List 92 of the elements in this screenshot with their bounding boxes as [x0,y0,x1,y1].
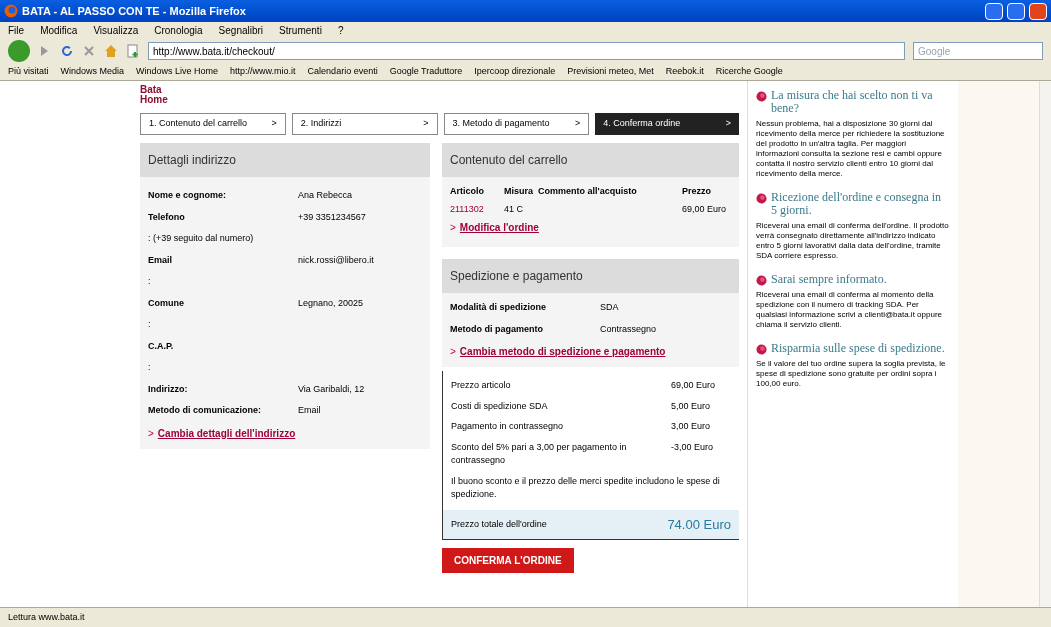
info-heading: La misura che hai scelto non ti va bene? [771,89,934,115]
status-text: Lettura www.bata.it [8,610,85,624]
window-title: BATA - AL PASSO CON TE - Mozilla Firefox [22,3,247,19]
bookmark[interactable]: Google Traduttore [389,64,463,79]
column-header: Commento all'acquisto [538,185,638,198]
total-value: 5,00 Euro [671,399,712,413]
field-value: Contrassegno [600,322,657,336]
link-marker: > [148,426,154,441]
menu-item[interactable]: Cronologia [154,23,203,38]
field-value: Via Garibaldi, 12 [298,382,365,396]
field-label: : (+39 seguito dal numero) [148,232,255,245]
logo[interactable]: Bata Home [140,85,747,105]
info-text: Riceverai una email di conferma dell'ordine. Il prodotto verrà consegnato direttamente all'indirizzo indicato entro 5 giorni lavorativi dalla data dell'ordine, tramite SDA corriere espresso. [756,221,950,261]
total-value: 69,00 Euro [671,379,717,392]
total-value: -3,00 Euro [671,440,715,454]
bookmark[interactable]: Ricerche Google [715,64,783,79]
total-value: 3,00 Euro [671,420,712,433]
link[interactable]: Cambia metodo di spedizione e pagamento [459,344,666,359]
confirm-order-button[interactable]: CONFERMA L'ORDINE [442,548,574,573]
table-cell-text: 41 C [504,202,524,216]
field-label: Modalità di spedizione [450,301,547,314]
maximize-button[interactable] [1007,2,1025,20]
info-text: Riceverai una email di conferma al momento della spedizione con il numero di tracking SDA. Per qualsiasi informazione scrivi a clienti@bata.it oppure chiama il servizio clienti. [756,290,943,330]
menu-item[interactable]: Visualizza [93,23,139,38]
checkout-step[interactable]: 1. Contenuto del carrello > [140,113,286,135]
home-icon[interactable] [104,44,118,58]
field-label: Indirizzo: [148,382,189,396]
field-value: Email [298,404,321,417]
bookmark[interactable]: http://www.mio.it [230,64,296,79]
panel-header: Dettagli indirizzo [140,143,430,177]
field-label: Metodo di pagamento [450,322,544,336]
address-field[interactable]: http://www.bata.it/checkout/ [148,42,905,60]
info-text: Se il valore del tuo ordine supera la soglia prevista, le spese di spedizione sono gratuite per ordini sopra i 100,00 euro. [756,359,947,389]
total-label: Sconto del 5% pari a 3,00 per pagamento in contrassegno [451,440,628,467]
menu-item[interactable]: Modifica [40,23,78,38]
checkout-step[interactable]: 4. Conferma ordine > [595,113,739,135]
info-text: Nessun problema, hai a disposizione 30 giorni dal ricevimento della merce per richiedere la sostituzione del prodotto in un'altra taglia. Per maggiori informazioni consulta la sezione resi e cambi oppure contatta il nostro servizio clienti entro 10 giorni dal ricevimento della merce. [756,119,946,179]
link-marker: > [450,345,456,359]
bookmark[interactable]: Calendario eventi [307,64,378,79]
close-button[interactable] [1029,2,1047,20]
column-header: Prezzo [682,185,712,198]
total-label: Pagamento in contrassegno [451,420,565,433]
reload-icon[interactable] [60,44,74,58]
field-value: +39 3351234567 [298,210,366,224]
bookmark[interactable]: Previsioni meteo, Met [567,64,654,79]
table-cell-text: 69,00 Euro [682,202,728,216]
menu-item[interactable]: ? [337,23,344,38]
info-heading: Sarai sempre informato. [771,273,887,286]
field-value: nick.rossi@libero.it [298,253,374,267]
checkout-step[interactable]: 3. Metodo di pagamento > [443,113,590,135]
field-label: C.A.P. [148,339,175,353]
link[interactable]: Modifica l'ordine [459,220,539,235]
total-label: Prezzo totale dell'ordine [451,517,547,531]
info-heading: Risparmia sulle spese di spedizione. [771,342,945,355]
field-value: Legnano, 20025 [298,296,364,310]
field-label: Telefono [148,210,186,224]
menu-item[interactable]: File [8,23,25,38]
field-label: : [148,275,152,288]
field-value: Ana Rebecca [298,189,353,202]
field-label: : [148,318,152,331]
bookmark[interactable]: Reebok.it [665,64,704,79]
field-label: Nome e cognome: [148,189,227,202]
column-header: Misura [504,185,534,198]
firefox-icon [4,4,18,18]
menu-item[interactable]: Segnalibri [218,23,264,38]
field-label: : [148,361,152,374]
bookmark[interactable]: Windows Media [60,64,125,79]
checkout-step[interactable]: 2. Indirizzi > [291,113,438,135]
menu-item[interactable]: Strumenti [279,23,322,38]
back-button[interactable] [8,40,30,62]
page-add-icon[interactable] [126,44,140,58]
field-label: Email [148,253,173,267]
link[interactable]: Cambia dettagli dell'indirizzo [157,425,296,441]
table-cell-text: 2111302 [450,202,485,216]
total-label: Prezzo articolo [451,379,512,392]
bookmark[interactable]: Ipercoop direzionale [474,64,556,79]
stop-icon[interactable] [82,44,96,58]
minimize-button[interactable] [985,2,1003,20]
panel-header: Contenuto del carrello [442,143,739,177]
field-label: Metodo di comunicazione: [148,404,262,417]
order-total: 74.00 Euro [667,515,731,534]
info-heading: Ricezione dell'ordine e consegna in 5 giorni. [771,191,943,217]
scrollbar[interactable] [1039,81,1051,607]
shipping-note: Il buono sconto e il prezzo delle merci spedite includono le spese di spedizione. [451,474,721,501]
total-label: Costi di spedizione SDA [451,399,549,413]
panel-header: Spedizione e pagamento [442,259,739,293]
field-value: SDA [600,301,619,314]
bookmark[interactable]: Windows Live Home [136,64,219,79]
column-header: Articolo [450,185,485,198]
link-marker: > [450,221,456,235]
field-label: Comune [148,296,185,310]
bookmark[interactable]: Più visitati [8,64,49,79]
